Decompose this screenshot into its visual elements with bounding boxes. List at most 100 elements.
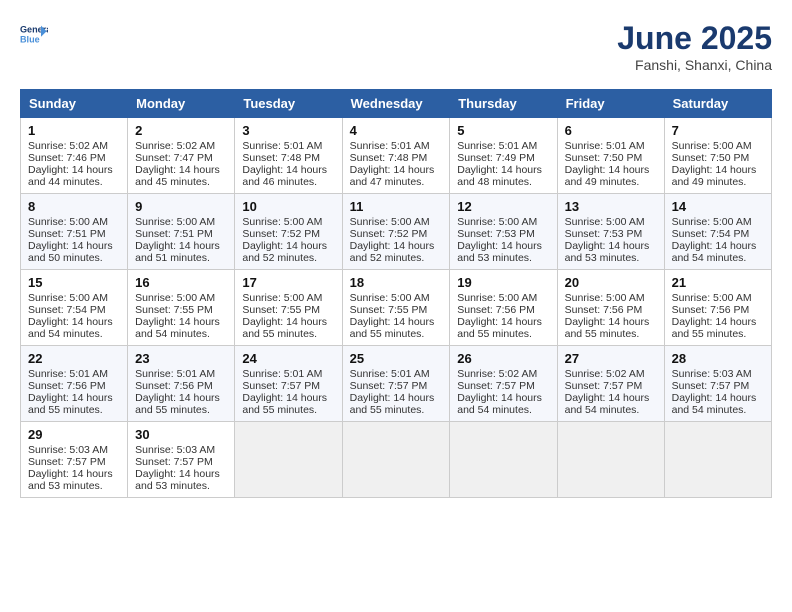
daylight: Daylight: 14 hours and 55 minutes.: [135, 392, 220, 416]
day-number: 15: [28, 275, 120, 290]
calendar-header-tuesday: Tuesday: [235, 90, 342, 118]
calendar-cell: 24 Sunrise: 5:01 AM Sunset: 7:57 PM Dayl…: [235, 346, 342, 422]
calendar-cell: 23 Sunrise: 5:01 AM Sunset: 7:56 PM Dayl…: [128, 346, 235, 422]
day-number: 30: [135, 427, 227, 442]
sunset: Sunset: 7:57 PM: [672, 380, 750, 392]
calendar-cell: 10 Sunrise: 5:00 AM Sunset: 7:52 PM Dayl…: [235, 194, 342, 270]
sunrise: Sunrise: 5:03 AM: [28, 444, 108, 456]
calendar-cell: 19 Sunrise: 5:00 AM Sunset: 7:56 PM Dayl…: [450, 270, 557, 346]
calendar-cell: 3 Sunrise: 5:01 AM Sunset: 7:48 PM Dayli…: [235, 118, 342, 194]
sunset: Sunset: 7:55 PM: [135, 304, 213, 316]
calendar-cell: 6 Sunrise: 5:01 AM Sunset: 7:50 PM Dayli…: [557, 118, 664, 194]
sunset: Sunset: 7:57 PM: [457, 380, 535, 392]
calendar-cell: 5 Sunrise: 5:01 AM Sunset: 7:49 PM Dayli…: [450, 118, 557, 194]
day-number: 10: [242, 199, 334, 214]
daylight: Daylight: 14 hours and 49 minutes.: [672, 164, 757, 188]
svg-text:Blue: Blue: [20, 34, 40, 44]
daylight: Daylight: 14 hours and 44 minutes.: [28, 164, 113, 188]
sunrise: Sunrise: 5:01 AM: [457, 140, 537, 152]
sunset: Sunset: 7:47 PM: [135, 152, 213, 164]
daylight: Daylight: 14 hours and 48 minutes.: [457, 164, 542, 188]
calendar-table: SundayMondayTuesdayWednesdayThursdayFrid…: [20, 89, 772, 498]
day-number: 5: [457, 123, 549, 138]
daylight: Daylight: 14 hours and 55 minutes.: [242, 316, 327, 340]
day-number: 17: [242, 275, 334, 290]
daylight: Daylight: 14 hours and 52 minutes.: [242, 240, 327, 264]
calendar-cell: 9 Sunrise: 5:00 AM Sunset: 7:51 PM Dayli…: [128, 194, 235, 270]
day-number: 2: [135, 123, 227, 138]
daylight: Daylight: 14 hours and 55 minutes.: [565, 316, 650, 340]
daylight: Daylight: 14 hours and 54 minutes.: [457, 392, 542, 416]
sunrise: Sunrise: 5:00 AM: [135, 292, 215, 304]
daylight: Daylight: 14 hours and 46 minutes.: [242, 164, 327, 188]
sunset: Sunset: 7:48 PM: [350, 152, 428, 164]
sunrise: Sunrise: 5:00 AM: [457, 216, 537, 228]
calendar-cell: 14 Sunrise: 5:00 AM Sunset: 7:54 PM Dayl…: [664, 194, 771, 270]
sunrise: Sunrise: 5:01 AM: [350, 140, 430, 152]
calendar-header-sunday: Sunday: [21, 90, 128, 118]
daylight: Daylight: 14 hours and 49 minutes.: [565, 164, 650, 188]
sunset: Sunset: 7:54 PM: [28, 304, 106, 316]
daylight: Daylight: 14 hours and 54 minutes.: [672, 240, 757, 264]
sunset: Sunset: 7:56 PM: [565, 304, 643, 316]
daylight: Daylight: 14 hours and 54 minutes.: [28, 316, 113, 340]
sunrise: Sunrise: 5:00 AM: [135, 216, 215, 228]
day-number: 13: [565, 199, 657, 214]
day-number: 3: [242, 123, 334, 138]
sunset: Sunset: 7:53 PM: [565, 228, 643, 240]
title-block: June 2025 Fanshi, Shanxi, China: [617, 20, 772, 73]
daylight: Daylight: 14 hours and 55 minutes.: [457, 316, 542, 340]
day-number: 6: [565, 123, 657, 138]
day-number: 18: [350, 275, 443, 290]
calendar-cell: 16 Sunrise: 5:00 AM Sunset: 7:55 PM Dayl…: [128, 270, 235, 346]
daylight: Daylight: 14 hours and 55 minutes.: [350, 392, 435, 416]
sunset: Sunset: 7:50 PM: [565, 152, 643, 164]
sunset: Sunset: 7:54 PM: [672, 228, 750, 240]
sunrise: Sunrise: 5:00 AM: [565, 292, 645, 304]
sunrise: Sunrise: 5:00 AM: [242, 292, 322, 304]
calendar-header-wednesday: Wednesday: [342, 90, 450, 118]
calendar-header-row: SundayMondayTuesdayWednesdayThursdayFrid…: [21, 90, 772, 118]
sunrise: Sunrise: 5:02 AM: [135, 140, 215, 152]
sunrise: Sunrise: 5:03 AM: [135, 444, 215, 456]
calendar-week-3: 15 Sunrise: 5:00 AM Sunset: 7:54 PM Dayl…: [21, 270, 772, 346]
sunrise: Sunrise: 5:00 AM: [350, 216, 430, 228]
sunset: Sunset: 7:50 PM: [672, 152, 750, 164]
daylight: Daylight: 14 hours and 54 minutes.: [135, 316, 220, 340]
sunset: Sunset: 7:57 PM: [28, 456, 106, 468]
logo: General Blue: [20, 20, 48, 48]
calendar-week-4: 22 Sunrise: 5:01 AM Sunset: 7:56 PM Dayl…: [21, 346, 772, 422]
logo-icon: General Blue: [20, 20, 48, 48]
day-number: 14: [672, 199, 764, 214]
sunset: Sunset: 7:57 PM: [135, 456, 213, 468]
day-number: 25: [350, 351, 443, 366]
calendar-cell: 21 Sunrise: 5:00 AM Sunset: 7:56 PM Dayl…: [664, 270, 771, 346]
day-number: 8: [28, 199, 120, 214]
day-number: 9: [135, 199, 227, 214]
sunrise: Sunrise: 5:00 AM: [672, 216, 752, 228]
page-header: General Blue June 2025 Fanshi, Shanxi, C…: [20, 20, 772, 73]
sunset: Sunset: 7:57 PM: [350, 380, 428, 392]
daylight: Daylight: 14 hours and 53 minutes.: [28, 468, 113, 492]
daylight: Daylight: 14 hours and 55 minutes.: [350, 316, 435, 340]
calendar-cell: 2 Sunrise: 5:02 AM Sunset: 7:47 PM Dayli…: [128, 118, 235, 194]
sunrise: Sunrise: 5:02 AM: [565, 368, 645, 380]
calendar-week-5: 29 Sunrise: 5:03 AM Sunset: 7:57 PM Dayl…: [21, 422, 772, 498]
calendar-cell: [450, 422, 557, 498]
sunrise: Sunrise: 5:00 AM: [242, 216, 322, 228]
calendar-cell: [235, 422, 342, 498]
sunset: Sunset: 7:55 PM: [242, 304, 320, 316]
calendar-cell: 29 Sunrise: 5:03 AM Sunset: 7:57 PM Dayl…: [21, 422, 128, 498]
day-number: 28: [672, 351, 764, 366]
day-number: 22: [28, 351, 120, 366]
sunrise: Sunrise: 5:00 AM: [28, 216, 108, 228]
day-number: 21: [672, 275, 764, 290]
daylight: Daylight: 14 hours and 55 minutes.: [242, 392, 327, 416]
daylight: Daylight: 14 hours and 50 minutes.: [28, 240, 113, 264]
sunset: Sunset: 7:48 PM: [242, 152, 320, 164]
day-number: 7: [672, 123, 764, 138]
sunrise: Sunrise: 5:00 AM: [28, 292, 108, 304]
day-number: 16: [135, 275, 227, 290]
sunrise: Sunrise: 5:01 AM: [242, 368, 322, 380]
sunrise: Sunrise: 5:02 AM: [28, 140, 108, 152]
